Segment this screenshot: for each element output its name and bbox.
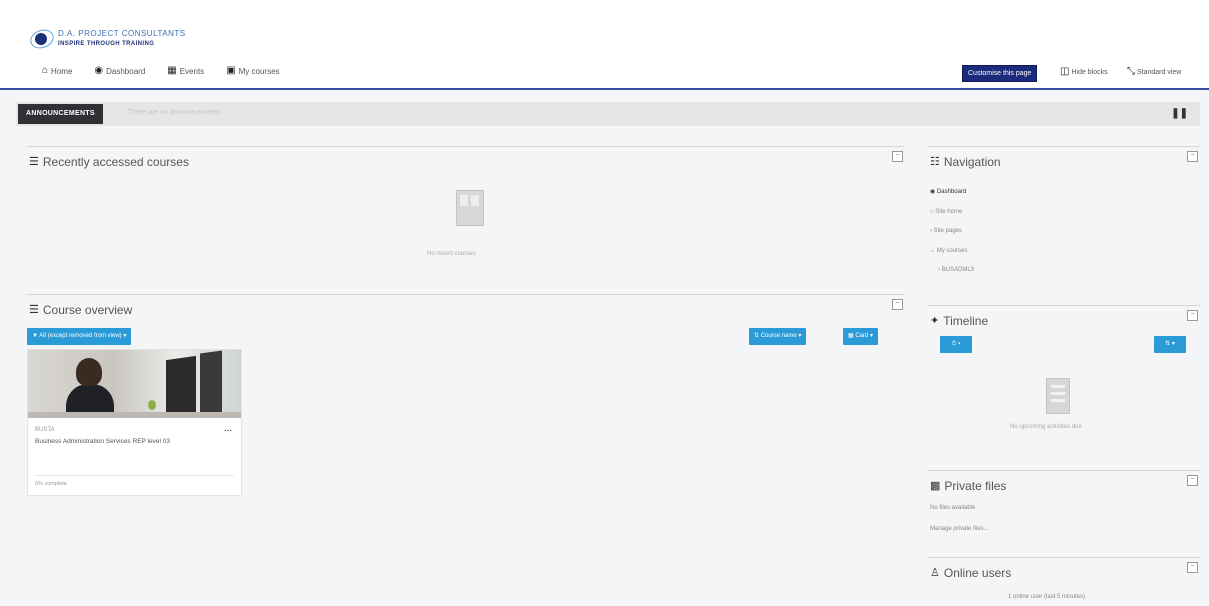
announcements-text: There are no announcements [128, 109, 220, 116]
hide-blocks-button[interactable]: ◫ Hide blocks [1060, 67, 1108, 77]
standard-view-button[interactable]: ⤡ Standard view [1127, 67, 1181, 77]
recent-courses-title: ☰ Recently accessed courses [29, 155, 189, 169]
top-navigation: ⌂ Home ◉ Dashboard ▦ Events ▣ My courses [42, 66, 280, 76]
logo-line2: INSPIRE THROUGH TRAINING [58, 41, 155, 47]
caret-down-icon: ▾ [957, 341, 961, 347]
users-icon: ♙ [930, 567, 940, 579]
list-icon: ☰ [29, 304, 39, 316]
private-files-title-text: Private files [944, 479, 1007, 493]
course-overview-title: ☰ Course overview [29, 303, 132, 317]
online-users-block: ♙ Online users − 1 online user (last 5 m… [928, 557, 1200, 606]
nav-events[interactable]: ▦ Events [167, 66, 204, 76]
grid-icon: ▦ [848, 333, 854, 339]
calendar-icon: ▦ [167, 65, 177, 76]
nav-dashboard[interactable]: ◉ Dashboard [94, 66, 145, 76]
more-options-icon[interactable]: ⋯ [224, 426, 232, 435]
private-files-empty-text: No files available [930, 505, 976, 511]
online-users-status: 1 online user (last 5 minutes) [1008, 594, 1086, 600]
nav-tree-my-courses[interactable]: ⌄ My courses [930, 242, 974, 262]
recent-courses-empty-text: No recent courses [427, 251, 476, 257]
timeline-block: ✦ Timeline − ⏱ ▾ ⇅ ▾ No upcoming activit… [928, 305, 1200, 464]
hide-blocks-label: Hide blocks [1071, 68, 1108, 76]
caret-down-icon: ▾ [123, 333, 127, 339]
timeline-title-text: Timeline [943, 314, 989, 328]
timeline-empty-text: No upcoming activities due [1010, 424, 1082, 430]
nav-my-courses-label: My courses [238, 66, 280, 76]
private-files-block: ▩ Private files − No files available Man… [928, 470, 1200, 551]
course-filter-label: All (except removed from view) [39, 333, 122, 339]
nav-tree-site-pages[interactable]: › Site pages [930, 222, 974, 242]
sort-label: Course name [760, 333, 797, 339]
nav-my-courses[interactable]: ▣ My courses [226, 66, 279, 76]
course-name-link[interactable]: Business Administration Services REP lev… [35, 437, 220, 446]
course-category: BUSTA [35, 427, 55, 433]
course-image[interactable] [28, 350, 241, 418]
online-users-title-text: Online users [943, 566, 1012, 580]
caret-down-icon: ▾ [1171, 341, 1175, 347]
empty-courses-icon [456, 190, 484, 226]
folder-icon: ▩ [930, 480, 941, 492]
nav-home[interactable]: ⌂ Home [42, 66, 72, 76]
sort-icon: ⇅ [754, 333, 760, 339]
nav-home-label: Home [51, 66, 73, 76]
sort-icon: ⇅ [1165, 341, 1171, 347]
caret-down-icon: ▾ [798, 333, 802, 339]
collapse-icon[interactable]: − [1187, 151, 1198, 162]
collapse-icon[interactable]: − [1187, 562, 1198, 573]
clock-icon: ⏱ [951, 341, 957, 347]
nav-tree-dashboard[interactable]: ◉ Dashboard [930, 183, 974, 203]
online-users-title: ♙ Online users [930, 566, 1011, 580]
nav-tree-course[interactable]: › BUSADML3 [930, 261, 974, 281]
sitemap-icon: ☷ [930, 156, 940, 168]
home-icon: ⌂ [42, 65, 49, 76]
collapse-icon[interactable]: − [892, 151, 903, 162]
navigation-tree: ◉ Dashboard ⌂ Site home › Site pages ⌄ M… [930, 183, 974, 281]
customize-page-button[interactable]: Customise this page [962, 65, 1038, 82]
dashboard-icon: ◉ [94, 65, 104, 76]
view-dropdown[interactable]: ▦ Card ▾ [843, 328, 879, 345]
logo-line1: D.A. PROJECT CONSULTANTS [58, 29, 186, 38]
sort-dropdown[interactable]: ⇅ Course name ▾ [749, 328, 807, 345]
navigation-title: ☷ Navigation [930, 155, 1001, 169]
recent-courses-block: ☰ Recently accessed courses − No recent … [27, 146, 905, 287]
navigation-block: ☷ Navigation − ◉ Dashboard ⌂ Site home ›… [928, 146, 1200, 285]
collapse-icon[interactable]: − [1187, 475, 1198, 486]
timeline-title: ✦ Timeline [930, 314, 988, 328]
course-progress-text: 0% complete [35, 481, 67, 487]
announcements-label: ANNOUNCEMENTS [18, 104, 103, 124]
pause-icon[interactable]: ❚❚ [1171, 108, 1188, 119]
caret-down-icon: ▾ [870, 333, 874, 339]
nav-dashboard-label: Dashboard [106, 66, 146, 76]
timeline-empty-icon [1046, 378, 1070, 414]
columns-icon: ◫ [1060, 66, 1070, 77]
logo-mark-icon [27, 26, 57, 52]
site-logo[interactable]: D.A. PROJECT CONSULTANTS INSPIRE THROUGH… [27, 26, 186, 52]
page-header: D.A. PROJECT CONSULTANTS INSPIRE THROUGH… [0, 0, 1209, 90]
standard-view-label: Standard view [1137, 68, 1182, 76]
list-icon: ☰ [29, 156, 39, 168]
expand-icon: ⤡ [1127, 66, 1135, 77]
manage-private-files-link[interactable]: Manage private files... [930, 526, 989, 532]
course-overview-title-text: Course overview [42, 303, 133, 317]
briefcase-icon: ▣ [226, 65, 236, 76]
view-label: Card [855, 333, 869, 339]
nav-events-label: Events [179, 66, 205, 76]
recent-courses-title-text: Recently accessed courses [42, 155, 189, 169]
collapse-icon[interactable]: − [892, 299, 903, 310]
filter-icon: ▼ [32, 333, 38, 339]
timeline-filter-button[interactable]: ⏱ ▾ [940, 336, 972, 353]
nav-tree-site-home[interactable]: ⌂ Site home [930, 203, 974, 223]
course-card[interactable]: BUSTA ⋯ Business Administration Services… [27, 349, 242, 496]
private-files-title: ▩ Private files [930, 479, 1006, 493]
announcements-bar: ANNOUNCEMENTS There are no announcements… [16, 102, 1200, 126]
collapse-icon[interactable]: − [1187, 310, 1198, 321]
navigation-title-text: Navigation [943, 155, 1001, 169]
divider [34, 475, 234, 476]
course-filter-dropdown[interactable]: ▼ All (except removed from view) ▾ [27, 328, 132, 345]
timeline-sort-button[interactable]: ⇅ ▾ [1154, 336, 1186, 353]
pin-icon: ✦ [930, 315, 940, 327]
